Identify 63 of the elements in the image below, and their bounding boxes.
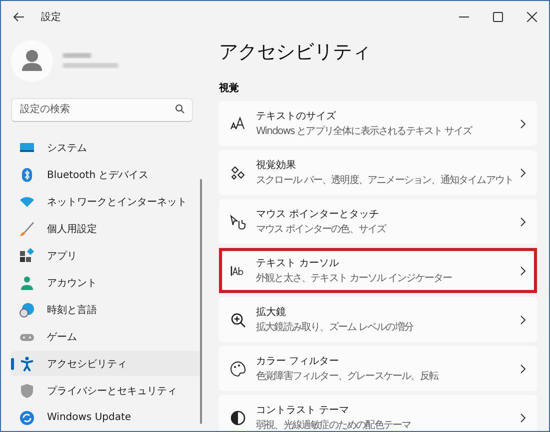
chevron-icon [520,314,526,324]
avatar-icon [11,40,53,82]
shield-icon [19,382,35,398]
back-arrow-icon[interactable] [13,12,25,22]
sidebar-item[interactable]: Windows Update [11,405,201,430]
settings-card[interactable]: 拡大鏡 拡大鏡読み取り、ズーム レベルの増分 [219,297,537,342]
chevron-icon [520,266,526,276]
chevron-icon [520,216,526,226]
bluetooth-icon [19,166,35,182]
sidebar-item[interactable]: アプリ [11,243,201,268]
settings-card[interactable]: テキスト カーソル 外観と太さ、テキスト カーソル インジケーター [219,248,537,293]
card-subtitle: 拡大鏡読み取り、ズーム レベルの増分 [256,320,414,334]
sidebar-item[interactable]: アカウント [11,270,201,295]
chevron-icon [520,168,526,178]
contrast-icon [230,410,246,426]
settings-card[interactable]: コントラスト テーマ 弱視、光線過敏症のための配色テーマ [219,395,537,431]
settings-card[interactable]: 視覚効果 スクロール バー、透明度、アニメーション、通知タイムアウト [219,150,537,195]
card-title: 視覚効果 [256,158,297,172]
card-title: マウス ポインターとタッチ [256,208,380,221]
card-subtitle: マウス ポインターの色、サイズ [256,223,388,236]
sidebar-item[interactable]: システム [11,135,201,160]
person-icon [19,274,35,290]
card-subtitle: スクロール バー、透明度、アニメーション、通知タイムアウト [256,174,510,187]
sidebar-item[interactable]: ゲーム [11,324,201,349]
settings-card[interactable]: カラー フィルター 色覚障害フィルター、グレースケール、反転 [219,346,537,391]
palette-icon [230,360,246,376]
settings-card[interactable]: マウス ポインターとタッチ マウス ポインターの色、サイズ [219,199,537,244]
close-icon[interactable] [527,12,537,22]
sidebar-item[interactable]: 個人用設定 [11,216,201,241]
sidebar-item[interactable]: Bluetooth とデバイス [11,162,201,187]
minimize-icon[interactable] [459,16,469,18]
card-title: テキストのサイズ [256,110,337,123]
sidebar-item[interactable]: 時刻と言語 [11,297,201,322]
brush-icon [19,220,35,236]
sidebar-item[interactable]: アクセシビリティ [11,351,201,376]
zoom-in-icon [230,312,246,328]
chevron-icon [520,364,526,374]
apps-icon [19,248,35,264]
section-heading: 視覚 [219,82,240,95]
sidebar-item[interactable]: ネットワークとインターネット [11,189,201,214]
accessibility-icon [19,356,35,372]
card-subtitle: Windows とアプリ全体に表示されるテキスト サイズ [256,124,474,138]
card-subtitle: 色覚障害フィルター、グレースケール、反転 [256,370,440,383]
chevron-icon [520,412,526,422]
card-title: コントラスト テーマ [256,404,350,417]
card-title: 拡大鏡 [256,306,287,319]
window-title: 設定 [41,10,61,24]
card-title: テキスト カーソル [256,257,340,270]
card-subtitle: 弱視、光線過敏症のための配色テーマ [256,418,412,431]
globe-clock-icon [19,302,35,318]
card-title: カラー フィルター [256,355,340,368]
page-title: アクセシビリティ [219,40,372,65]
sidebar-item[interactable]: プライバシーとセキュリティ [11,378,201,403]
chevron-icon [520,118,526,128]
search-field[interactable]: 設定の検索 [11,98,193,122]
pointer-icon [230,214,246,230]
maximize-icon[interactable] [493,12,503,22]
search-icon [175,104,185,114]
card-subtitle: 外観と太さ、テキスト カーソル インジケーター [256,272,453,285]
settings-card[interactable]: テキストのサイズ Windows とアプリ全体に表示されるテキスト サイズ [219,101,537,146]
text-size-icon [230,116,246,132]
update-icon [19,410,35,426]
sparkle-icon [230,164,246,180]
